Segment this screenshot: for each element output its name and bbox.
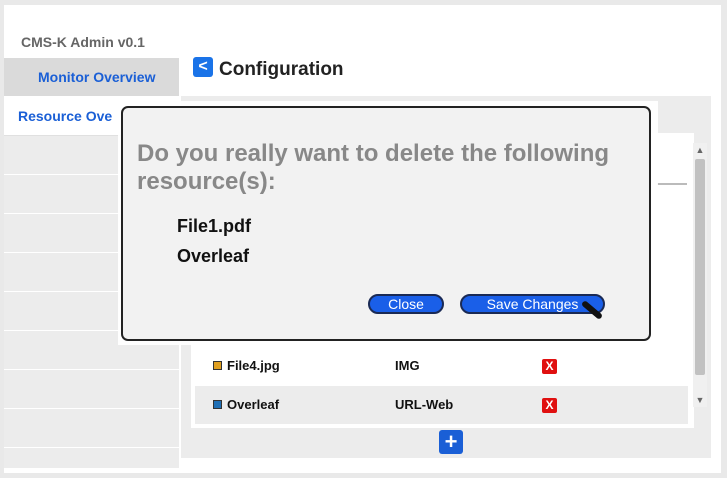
sidebar-item-label: Resource Ove bbox=[18, 108, 113, 124]
row-name: File4.jpg bbox=[227, 358, 280, 373]
close-button[interactable]: Close bbox=[368, 294, 444, 314]
delete-confirm-dialog: Do you really want to delete the followi… bbox=[121, 106, 651, 341]
sidebar-item-empty bbox=[4, 370, 179, 409]
sidebar-item-empty bbox=[4, 409, 179, 448]
row-name: Overleaf bbox=[227, 397, 280, 412]
scroll-up-icon[interactable]: ▲ bbox=[693, 143, 707, 157]
dialog-resource-item: File1.pdf bbox=[177, 216, 252, 236]
scroll-down-icon[interactable]: ▼ bbox=[693, 393, 707, 407]
app-title: CMS-K Admin v0.1 bbox=[21, 34, 145, 50]
scrollbar[interactable]: ▲ ▼ bbox=[693, 143, 707, 407]
sidebar-item-label: Monitor Overview bbox=[38, 69, 156, 85]
sidebar-item-monitor-overview[interactable]: Monitor Overview bbox=[4, 58, 179, 97]
row-type: IMG bbox=[395, 358, 420, 373]
file-type-swatch bbox=[213, 361, 222, 370]
file-type-swatch bbox=[213, 400, 222, 409]
delete-icon[interactable]: X bbox=[542, 398, 557, 413]
delete-icon[interactable]: X bbox=[542, 359, 557, 374]
dialog-resource-item: Overleaf bbox=[177, 246, 250, 266]
scrollbar-thumb[interactable] bbox=[695, 159, 705, 375]
add-resource-button[interactable]: + bbox=[439, 430, 463, 454]
dialog-title: Do you really want to delete the followi… bbox=[137, 140, 610, 195]
row-type: URL-Web bbox=[395, 397, 454, 412]
chevron-left-icon[interactable]: < bbox=[193, 57, 213, 77]
page-title: Configuration bbox=[219, 59, 344, 80]
table-row[interactable]: File4.jpg IMG X bbox=[195, 347, 688, 385]
table-row[interactable]: Overleaf URL-Web X bbox=[195, 386, 688, 424]
header-divider bbox=[657, 183, 687, 185]
